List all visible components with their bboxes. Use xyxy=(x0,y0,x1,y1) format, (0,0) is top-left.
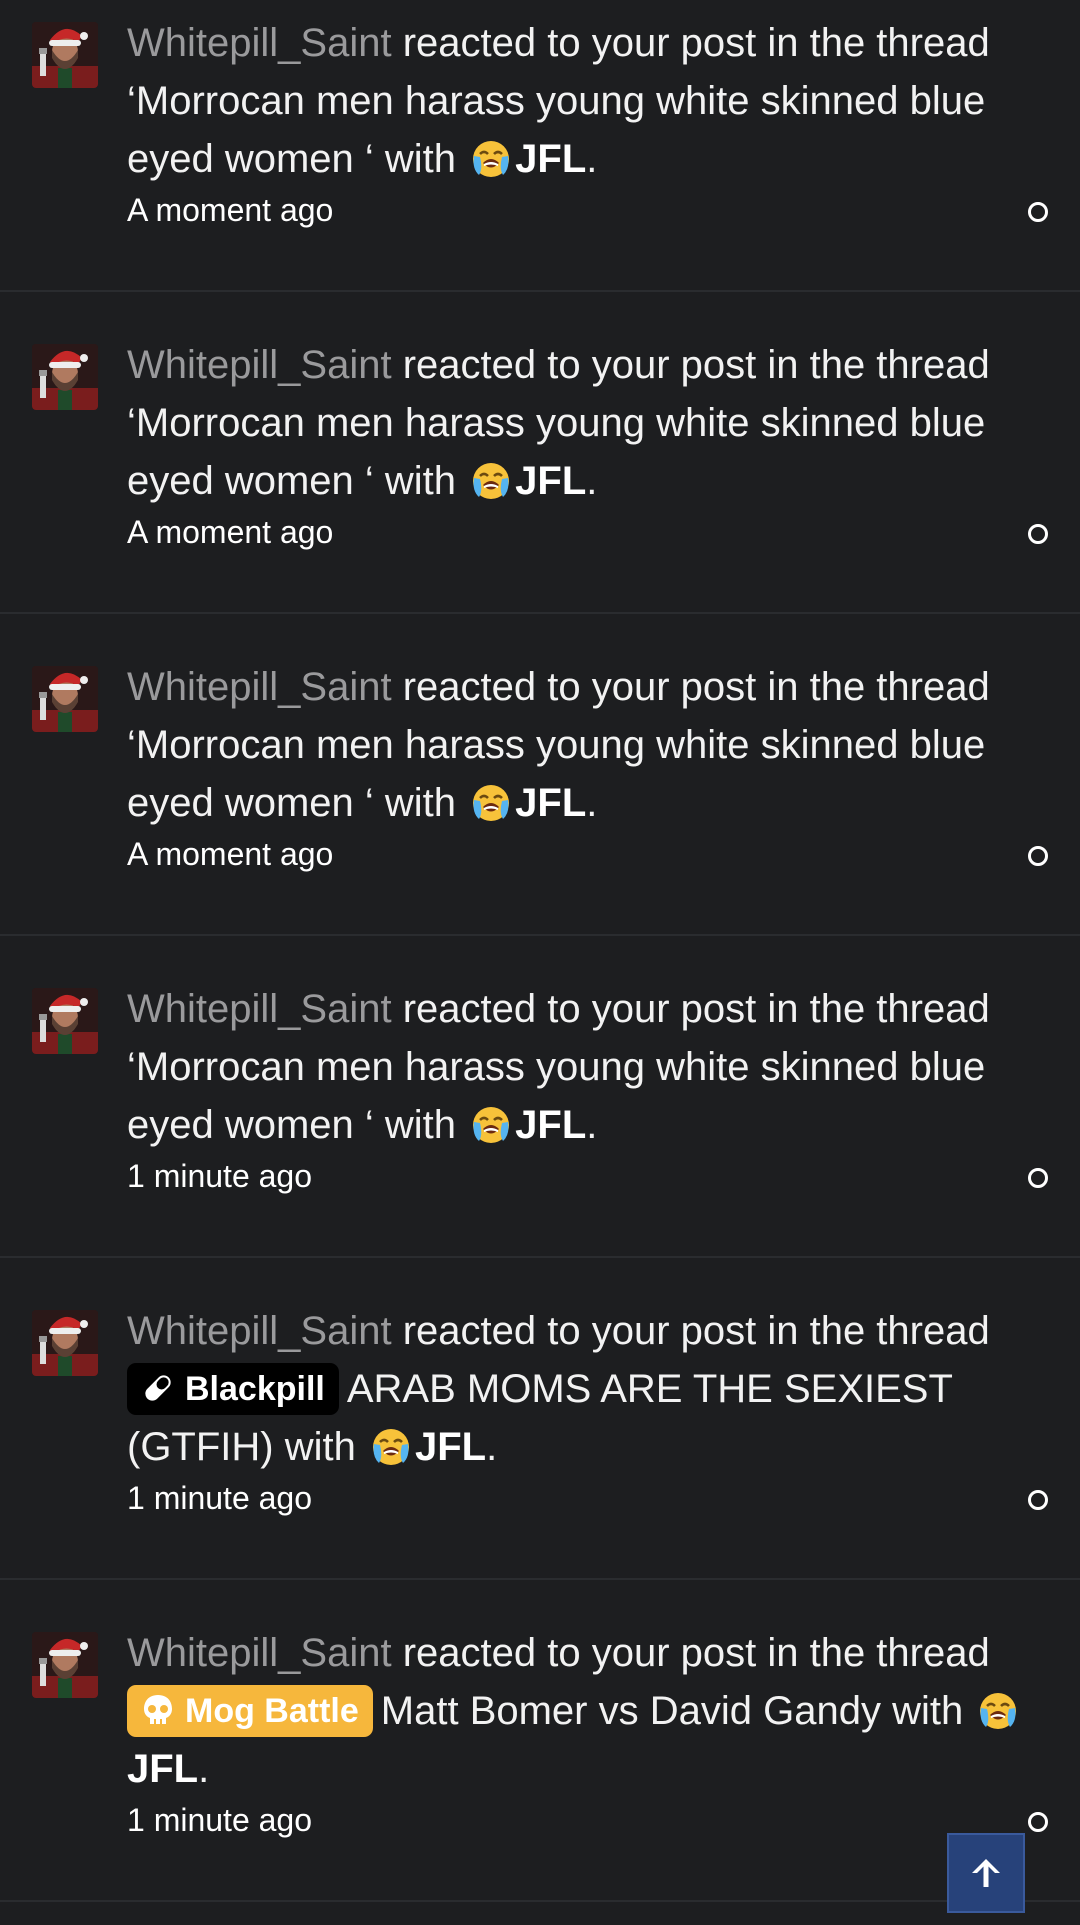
thread-prefix-badge[interactable]: Blackpill xyxy=(127,1363,339,1415)
thread-prefix-label: Blackpill xyxy=(185,1370,325,1408)
with-text: with xyxy=(880,1689,975,1733)
santa-hat-man-avatar-image xyxy=(32,988,98,1054)
santa-hat-man-avatar-image xyxy=(32,1310,98,1376)
notification-item[interactable]: Whitepill_Saint reacted to your post in … xyxy=(0,0,1080,292)
action-text: reacted to your post in the thread xyxy=(391,665,990,709)
santa-hat-man-avatar-image xyxy=(32,1632,98,1698)
timestamp: A moment ago xyxy=(127,836,334,872)
mark-read-toggle[interactable] xyxy=(1028,846,1048,866)
username-link[interactable]: Whitepill_Saint xyxy=(127,1631,392,1675)
santa-hat-man-avatar-image xyxy=(32,22,98,88)
thread-prefix-label: Mog Battle xyxy=(185,1692,359,1730)
with-text: with xyxy=(373,1103,468,1147)
username-link[interactable]: Whitepill_Saint xyxy=(127,1309,392,1353)
loudly-crying-face-icon xyxy=(471,461,511,501)
pill-icon xyxy=(139,1369,177,1407)
reaction-name: JFL xyxy=(515,781,587,825)
timestamp: 1 minute ago xyxy=(127,1480,313,1516)
notification-text: Whitepill_Saint reacted to your post in … xyxy=(127,14,1027,232)
avatar[interactable] xyxy=(32,666,98,732)
timestamp: 1 minute ago xyxy=(127,1802,313,1838)
mark-read-toggle[interactable] xyxy=(1028,1812,1048,1832)
timestamp: 1 minute ago xyxy=(127,1158,313,1194)
mark-read-toggle[interactable] xyxy=(1028,202,1048,222)
loudly-crying-face-icon xyxy=(471,139,511,179)
reaction-name: JFL xyxy=(515,459,587,503)
reaction-name: JFL xyxy=(127,1747,199,1791)
with-text: with xyxy=(373,781,468,825)
username-link[interactable]: Whitepill_Saint xyxy=(127,343,392,387)
username-link[interactable]: Whitepill_Saint xyxy=(127,665,392,709)
reaction-name: JFL xyxy=(515,137,587,181)
timestamp: A moment ago xyxy=(127,192,334,228)
mark-read-toggle[interactable] xyxy=(1028,1490,1048,1510)
loudly-crying-face-icon xyxy=(471,1105,511,1145)
notification-text: Whitepill_Saint reacted to your post in … xyxy=(127,1624,1027,1842)
with-text: with xyxy=(373,459,468,503)
skull-icon xyxy=(144,1695,172,1724)
thread-prefix-badge[interactable]: Mog Battle xyxy=(127,1685,373,1737)
notification-item[interactable]: Whitepill_Saint reacted to your post in … xyxy=(0,936,1080,1258)
notification-item[interactable]: Whitepill_Saint reacted to your post in … xyxy=(0,292,1080,614)
notification-text: Whitepill_Saint reacted to your post in … xyxy=(127,1302,1027,1520)
action-text: reacted to your post in the thread xyxy=(391,21,990,65)
notification-item[interactable]: Whitepill_Saint reacted to your post in … xyxy=(0,1258,1080,1580)
username-link[interactable]: Whitepill_Saint xyxy=(127,21,392,65)
reaction-name: JFL xyxy=(414,1425,487,1469)
scroll-to-top-button[interactable] xyxy=(947,1833,1025,1913)
action-text: reacted to your post in the thread xyxy=(391,343,990,387)
santa-hat-man-avatar-image xyxy=(32,344,98,410)
action-text: reacted to your post in the thread xyxy=(391,1309,990,1353)
username-link[interactable]: Whitepill_Saint xyxy=(127,987,392,1031)
with-text: with xyxy=(273,1425,367,1469)
santa-hat-man-avatar-image xyxy=(32,666,98,732)
avatar[interactable] xyxy=(32,988,98,1054)
notification-list: Whitepill_Saint reacted to your post in … xyxy=(0,0,1080,1902)
arrow-up-icon xyxy=(972,1859,1000,1887)
mark-read-toggle[interactable] xyxy=(1028,524,1048,544)
pill-icon xyxy=(145,1375,171,1401)
avatar[interactable] xyxy=(32,1632,98,1698)
notification-text: Whitepill_Saint reacted to your post in … xyxy=(127,980,1027,1198)
action-text: reacted to your post in the thread xyxy=(391,1631,990,1675)
avatar[interactable] xyxy=(32,344,98,410)
skull-icon xyxy=(139,1691,177,1729)
thread-title-link[interactable]: Matt Bomer vs David Gandy xyxy=(381,1689,881,1733)
notification-text: Whitepill_Saint reacted to your post in … xyxy=(127,658,1027,876)
notification-item[interactable]: Whitepill_Saint reacted to your post in … xyxy=(0,614,1080,936)
notification-item[interactable]: Whitepill_Saint reacted to your post in … xyxy=(0,1580,1080,1902)
reaction-name: JFL xyxy=(515,1103,587,1147)
mark-read-toggle[interactable] xyxy=(1028,1168,1048,1188)
loudly-crying-face-icon xyxy=(371,1427,411,1467)
avatar[interactable] xyxy=(32,1310,98,1376)
action-text: reacted to your post in the thread xyxy=(391,987,990,1031)
avatar[interactable] xyxy=(32,22,98,88)
notification-text: Whitepill_Saint reacted to your post in … xyxy=(127,336,1027,554)
loudly-crying-face-icon xyxy=(978,1691,1018,1731)
loudly-crying-face-icon xyxy=(471,783,511,823)
timestamp: A moment ago xyxy=(127,514,334,550)
with-text: with xyxy=(373,137,468,181)
